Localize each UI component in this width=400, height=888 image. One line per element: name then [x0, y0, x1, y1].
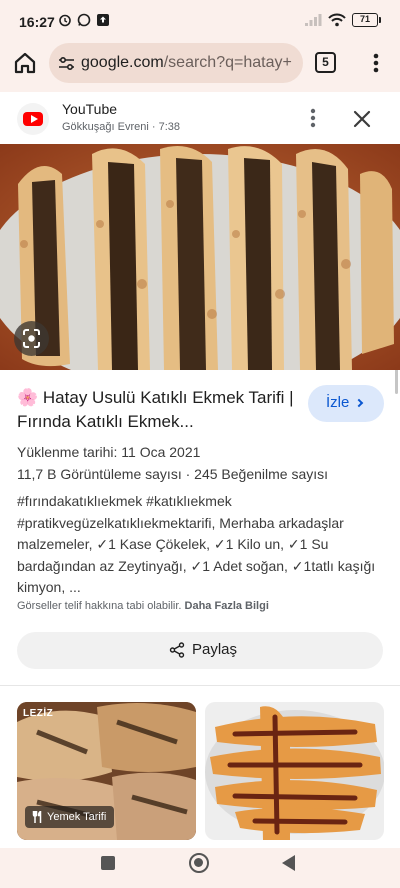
recipe-chip-label: Yemek Tarifi — [47, 811, 107, 823]
upload-notification-icon — [97, 14, 109, 26]
share-label: Paylaş — [192, 641, 238, 658]
system-navigation-bar — [0, 848, 400, 888]
recents-button[interactable] — [101, 856, 115, 870]
chevron-right-icon — [355, 398, 364, 408]
like-count: 245 Beğenilme sayısı — [194, 466, 329, 482]
status-notification-icons — [58, 13, 110, 27]
url-text[interactable]: google.com/search?q=hatay+ — [81, 54, 295, 72]
more-info-link[interactable]: Daha Fazla Bilgi — [185, 600, 269, 612]
upload-date: Yüklenme tarihi: 11 Oca 2021 — [17, 444, 201, 460]
video-description: #fırındakatıklıekmek #katıklıekmek #prat… — [17, 493, 376, 595]
watch-button-label: İzle — [326, 394, 350, 411]
copyright-notice: Görseller telif hakkına tabi olabilir. D… — [17, 600, 269, 612]
result-image[interactable] — [0, 144, 400, 370]
source-meta: Gökkuşağı Evreni · 7:38 — [62, 121, 181, 133]
url-host: google.com — [81, 54, 164, 71]
more-options-icon[interactable] — [303, 106, 323, 130]
home-nav-button[interactable] — [189, 853, 209, 873]
youtube-logo — [17, 103, 49, 135]
cellular-signal-icon — [305, 14, 322, 26]
tab-switcher-button[interactable]: 5 — [315, 52, 336, 73]
flatbread-image — [0, 144, 400, 370]
whatsapp-icon — [77, 13, 91, 27]
result-title-text: Hatay Usulü Katıklı Ekmek Tarifi | Fırın… — [17, 388, 294, 431]
related-image — [205, 702, 384, 840]
back-button[interactable] — [282, 855, 295, 871]
stats-line: 11,7 B Görüntüleme sayısı · 245 Beğenilm… — [17, 466, 328, 482]
share-icon — [169, 641, 185, 658]
recipe-chip[interactable]: Yemek Tarifi — [25, 806, 115, 828]
lens-icon — [23, 329, 40, 348]
home-icon[interactable] — [12, 50, 38, 76]
scrollbar[interactable] — [395, 368, 398, 394]
watch-button[interactable]: İzle — [308, 385, 384, 422]
battery-icon: 71 — [352, 13, 381, 27]
related-image-card[interactable]: LEZİZ Yemek Tarifi — [17, 702, 196, 840]
stats-separator: · — [181, 466, 195, 482]
utensils-icon — [32, 811, 42, 823]
flower-emoji: 🌸 — [17, 388, 39, 407]
copyright-text: Görseller telif hakkına tabi olabilir. — [17, 600, 182, 612]
alarm-icon — [59, 14, 71, 27]
image-result-panel: YouTube Gökkuşağı Evreni · 7:38 🌸 Hatay … — [0, 92, 400, 848]
browser-toolbar: google.com/search?q=hatay+ 5 — [0, 38, 400, 90]
view-count: 11,7 B Görüntüleme sayısı — [17, 466, 182, 482]
watermark-logo: LEZİZ — [23, 708, 54, 719]
share-button[interactable]: Paylaş — [17, 632, 383, 669]
browser-menu-icon[interactable] — [366, 51, 386, 75]
section-divider — [0, 685, 400, 686]
address-bar[interactable]: google.com/search?q=hatay+ — [49, 43, 303, 83]
status-system-icons: 71 — [304, 13, 381, 27]
url-path: /search?q=hatay+ — [163, 54, 292, 71]
result-title[interactable]: 🌸 Hatay Usulü Katıklı Ekmek Tarifi | Fır… — [17, 386, 297, 434]
source-name[interactable]: YouTube — [62, 101, 117, 117]
wifi-icon — [328, 13, 346, 27]
related-image-card[interactable] — [205, 702, 384, 840]
site-settings-icon[interactable] — [58, 55, 75, 72]
google-lens-button[interactable] — [14, 321, 49, 356]
close-icon[interactable] — [350, 107, 374, 131]
status-time: 16:27 — [19, 14, 55, 30]
